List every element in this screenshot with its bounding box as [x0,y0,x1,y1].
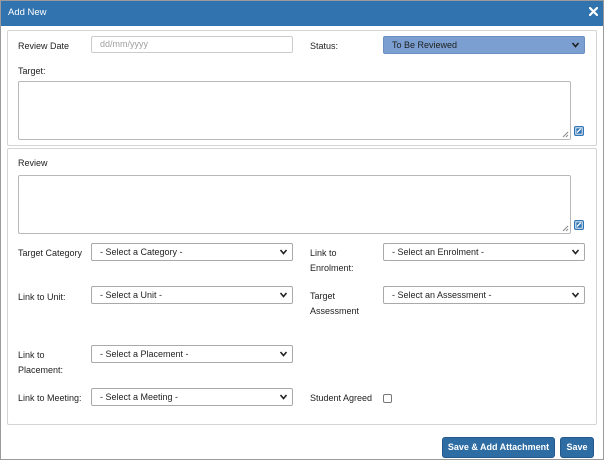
link-enrolment-label-line1: Link to [310,248,337,258]
review-panel: Review Target Category - Select a Catego… [7,148,597,425]
target-category-value: - Select a Category - [100,247,183,257]
resize-grip-icon[interactable] [562,131,569,138]
placement-value: - Select a Placement - [100,349,189,359]
close-icon[interactable] [586,4,600,18]
chevron-down-icon [279,249,288,255]
target-category-select[interactable]: - Select a Category - [91,243,293,261]
meeting-select[interactable]: - Select a Meeting - [91,388,293,406]
chevron-down-icon [279,394,288,400]
review-date-placeholder: dd/mm/yyyy [100,39,149,49]
enrolment-value: - Select an Enrolment - [392,247,485,257]
link-placement-label-line2: Placement: [18,365,64,375]
review-textarea[interactable] [18,175,571,234]
target-label: Target: [18,66,46,76]
chevron-down-icon [279,351,288,357]
enrolment-select[interactable]: - Select an Enrolment - [383,243,585,261]
assessment-select[interactable]: - Select an Assessment - [383,286,585,304]
unit-select[interactable]: - Select a Unit - [91,286,293,304]
dialog-titlebar: Add New [1,1,603,26]
placement-select[interactable]: - Select a Placement - [91,345,293,363]
link-unit-label: Link to Unit: [18,292,66,302]
chevron-down-icon [571,42,580,48]
student-agreed-checkbox[interactable] [383,394,392,403]
edit-icon[interactable] [574,126,584,136]
target-panel: Review Date dd/mm/yyyy Status: To Be Rev… [7,30,597,146]
link-placement-label-line1: Link to [18,350,45,360]
target-assessment-label-line1: Target [310,291,336,301]
target-textarea[interactable] [18,81,571,140]
target-assessment-label-line2: Assessment [310,306,360,316]
add-new-dialog: Add New Review Date dd/mm/yyyy Status: T… [0,0,604,460]
student-agreed-label: Student Agreed [310,393,373,403]
meeting-value: - Select a Meeting - [100,392,179,402]
review-label: Review [18,158,48,168]
link-enrolment-label-line2: Enrolment: [310,263,354,273]
save-and-add-attachment-button[interactable]: Save & Add Attachment [442,437,555,458]
assessment-value: - Select an Assessment - [392,290,492,300]
review-date-label: Review Date [18,41,70,51]
chevron-down-icon [571,249,580,255]
chevron-down-icon [571,292,580,298]
dialog-title: Add New [8,7,47,18]
status-select[interactable]: To Be Reviewed [383,36,585,54]
resize-grip-icon[interactable] [562,225,569,232]
review-date-input[interactable]: dd/mm/yyyy [91,36,293,53]
chevron-down-icon [279,292,288,298]
unit-value: - Select a Unit - [100,290,163,300]
target-category-label: Target Category [18,248,83,258]
save-button[interactable]: Save [560,437,594,458]
link-meeting-label: Link to Meeting: [18,393,82,403]
status-select-value: To Be Reviewed [392,40,458,50]
edit-icon[interactable] [574,220,584,230]
status-label: Status: [310,41,339,51]
